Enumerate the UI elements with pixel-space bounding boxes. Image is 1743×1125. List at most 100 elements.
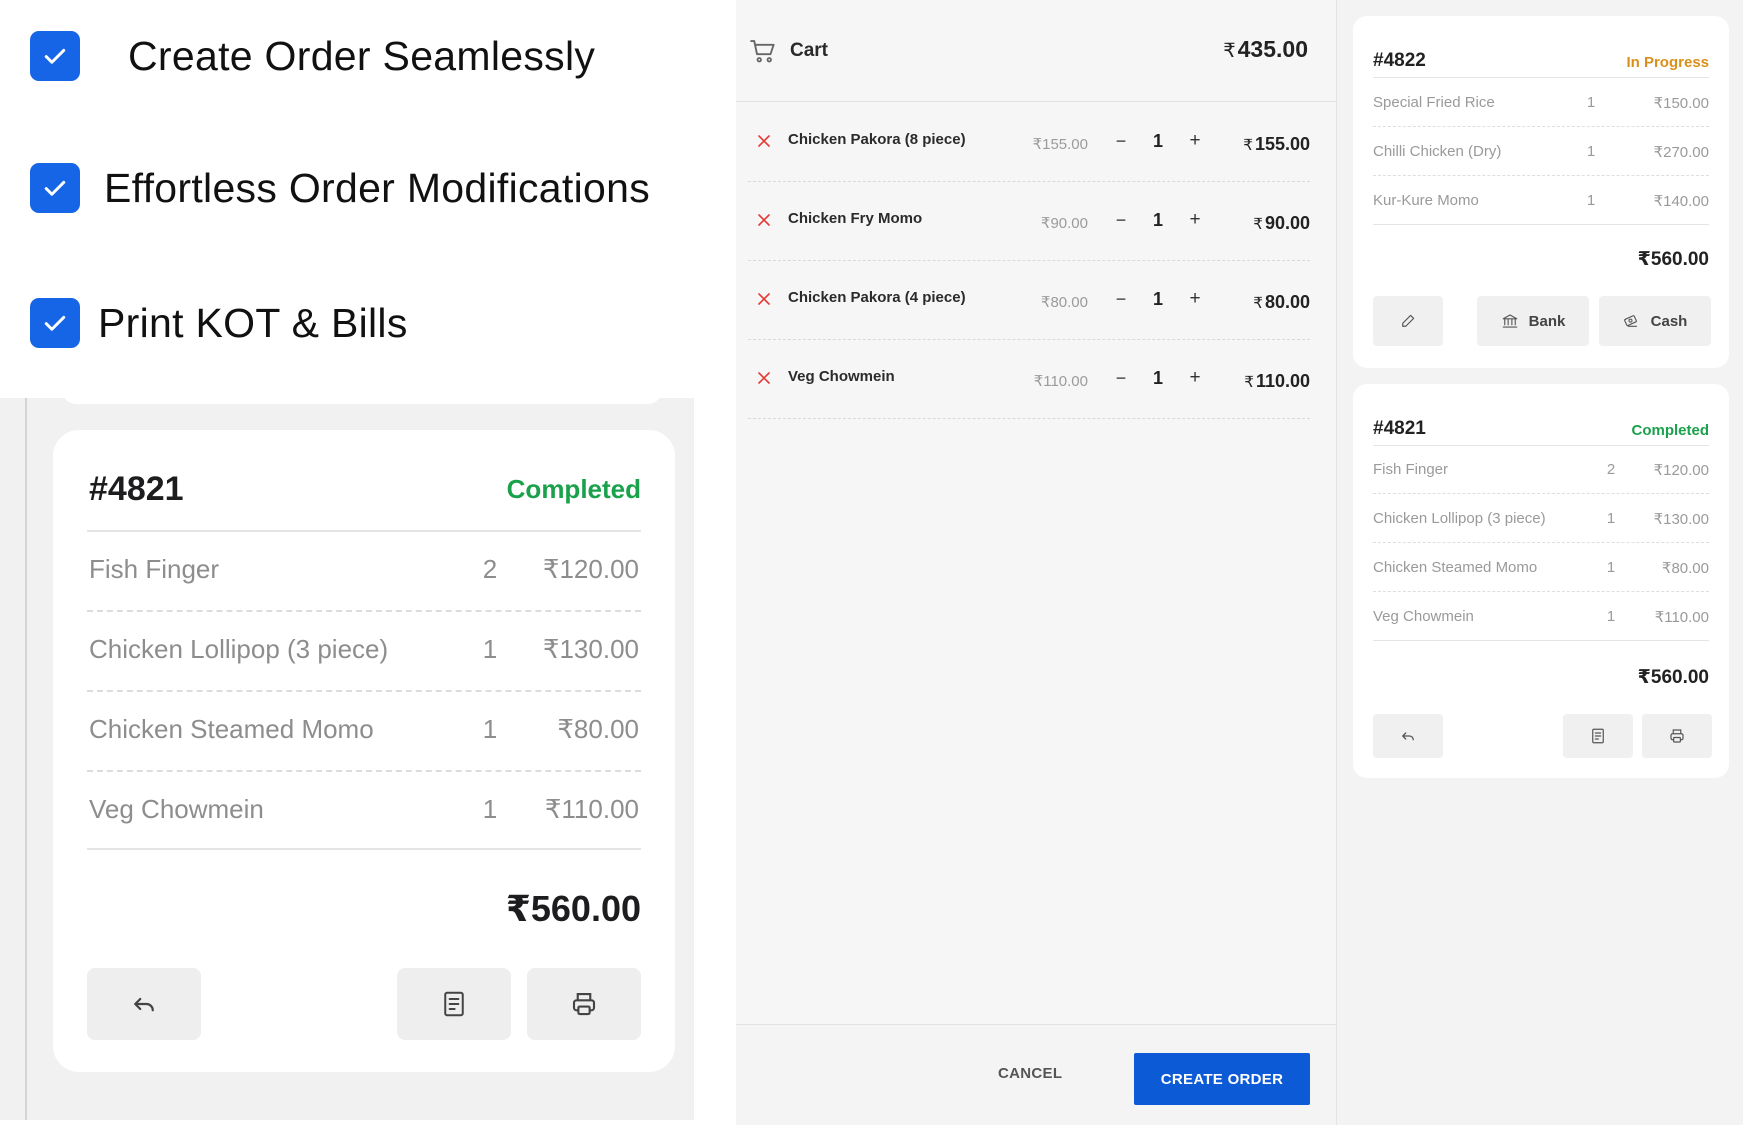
item-price: ₹110.00: [1654, 609, 1709, 626]
undo-button[interactable]: [1373, 714, 1443, 758]
decrement-button[interactable]: −: [1110, 368, 1132, 389]
order-status: In Progress: [1626, 54, 1709, 71]
item-name: Kur-Kure Momo: [1373, 192, 1479, 209]
panel-divider: [25, 398, 27, 1120]
undo-icon: [1402, 732, 1414, 741]
increment-button[interactable]: +: [1184, 288, 1206, 310]
cart-total: ₹435.00: [1223, 36, 1308, 63]
cart-item-name: Chicken Pakora (8 piece): [788, 131, 966, 148]
item-qty: 1: [1606, 608, 1616, 625]
remove-item-icon[interactable]: [756, 291, 772, 307]
divider: [1373, 493, 1709, 494]
bank-icon: [1502, 314, 1517, 328]
cart-title: Cart: [790, 40, 829, 61]
item-name: Veg Chowmein: [1373, 608, 1474, 625]
order-card-4822[interactable]: #4822 In Progress Special Fried Rice 1 ₹…: [1353, 16, 1729, 368]
item-name: Chicken Steamed Momo: [1373, 559, 1538, 576]
divider: [1373, 542, 1709, 543]
rupee-symbol: ₹: [1243, 137, 1253, 154]
cart-item-name: Chicken Pakora (4 piece): [788, 289, 966, 306]
divider: [1373, 77, 1709, 78]
cart-item-qty: 1: [1152, 210, 1163, 230]
item-qty: 1: [482, 714, 498, 744]
edit-order-button[interactable]: [1373, 296, 1443, 346]
cart-item: Chicken Pakora (8 piece) ₹155.00 − 1 + ₹…: [748, 103, 1310, 182]
divider: [1373, 640, 1709, 641]
feature-label: Effortless Order Modifications: [104, 164, 651, 211]
item-price: ₹270.00: [1653, 144, 1709, 161]
cart-item-qty: 1: [1152, 368, 1163, 388]
cart-total-value: 435.00: [1237, 36, 1308, 62]
receipt-button[interactable]: [1563, 714, 1633, 758]
item-price: ₹80.00: [1661, 560, 1709, 577]
divider: [1373, 445, 1709, 446]
increment-button[interactable]: +: [1184, 367, 1206, 389]
item-price: ₹110.00: [544, 794, 639, 824]
divider: [87, 848, 641, 850]
divider: [1373, 224, 1709, 225]
decrement-button[interactable]: −: [1110, 131, 1132, 152]
order-status: Completed: [1631, 422, 1709, 439]
item-qty: 1: [1586, 94, 1596, 111]
cart-footer: CANCEL CREATE ORDER: [736, 1024, 1336, 1125]
item-qty: 1: [1586, 143, 1596, 160]
item-name: Fish Finger: [89, 554, 220, 584]
item-name: Special Fried Rice: [1373, 94, 1495, 111]
feature-order-modifications: Effortless Order Modifications: [30, 163, 650, 213]
cash-icon: [1623, 315, 1637, 327]
item-price: ₹150.00: [1653, 95, 1709, 112]
receipt-icon: [1592, 728, 1604, 744]
print-button[interactable]: [527, 968, 641, 1040]
cart-item-unit-price: ₹110.00: [1033, 373, 1088, 390]
divider: [87, 610, 641, 612]
item-price: ₹130.00: [1653, 511, 1709, 528]
rupee-symbol: ₹: [1253, 216, 1263, 233]
cart-item: Chicken Pakora (4 piece) ₹80.00 − 1 + ₹8…: [748, 261, 1310, 340]
order-id: #4821: [1373, 418, 1426, 439]
item-name: Chicken Lollipop (3 piece): [1373, 510, 1546, 527]
remove-item-icon[interactable]: [756, 370, 772, 386]
order-card-4821[interactable]: #4821 Completed Fish Finger 2 ₹120.00 Ch…: [1353, 384, 1729, 778]
printer-icon: [1670, 729, 1684, 743]
undo-button[interactable]: [87, 968, 201, 1040]
receipt-button[interactable]: [397, 968, 511, 1040]
decrement-button[interactable]: −: [1110, 210, 1132, 231]
order-card-zoomed: #4821 Completed Fish Finger 2 ₹120.00 Ch…: [53, 430, 675, 1072]
item-name: Fish Finger: [1373, 461, 1449, 478]
remove-item-icon[interactable]: [756, 133, 772, 149]
decrement-button[interactable]: −: [1110, 289, 1132, 310]
cancel-button[interactable]: CANCEL: [998, 1065, 1062, 1082]
checkbox-checked-icon: [30, 163, 80, 213]
line-total-value: 90.00: [1264, 213, 1310, 233]
cart-item-line-total: ₹80.00: [1253, 292, 1310, 313]
create-order-button[interactable]: CREATE ORDER: [1134, 1053, 1310, 1105]
cart-panel: Cart ₹435.00 Chicken Pakora (8 piece) ₹1…: [736, 0, 1336, 1125]
increment-button[interactable]: +: [1184, 209, 1206, 231]
cash-payment-button[interactable]: Cash: [1599, 296, 1711, 346]
rupee-symbol: ₹: [1223, 40, 1236, 62]
pencil-icon: [1402, 314, 1415, 327]
cart-item-line-total: ₹155.00: [1243, 134, 1310, 155]
item-price: ₹80.00: [557, 714, 639, 744]
line-total-value: 110.00: [1255, 371, 1310, 391]
order-total: ₹560.00: [505, 888, 641, 929]
remove-item-icon[interactable]: [756, 212, 772, 228]
cart-item: Veg Chowmein ₹110.00 − 1 + ₹110.00: [748, 340, 1310, 419]
rupee-symbol: ₹: [1253, 295, 1263, 312]
increment-button[interactable]: +: [1184, 130, 1206, 152]
line-total-value: 80.00: [1264, 292, 1310, 312]
divider: [87, 690, 641, 692]
order-total: ₹560.00: [1637, 249, 1709, 270]
feature-label: Create Order Seamlessly: [128, 32, 596, 79]
order-id: #4821: [89, 470, 184, 508]
undo-icon: [134, 997, 154, 1012]
item-qty: 2: [1606, 461, 1616, 478]
print-button[interactable]: [1642, 714, 1712, 758]
order-total: ₹560.00: [1637, 667, 1709, 688]
cart-item-unit-price: ₹80.00: [1040, 294, 1088, 311]
cart-item-line-total: ₹90.00: [1253, 213, 1310, 234]
item-price: ₹120.00: [542, 554, 639, 584]
bank-payment-button[interactable]: Bank: [1477, 296, 1589, 346]
cart-item-qty: 1: [1152, 289, 1163, 309]
line-total-value: 155.00: [1254, 134, 1310, 154]
